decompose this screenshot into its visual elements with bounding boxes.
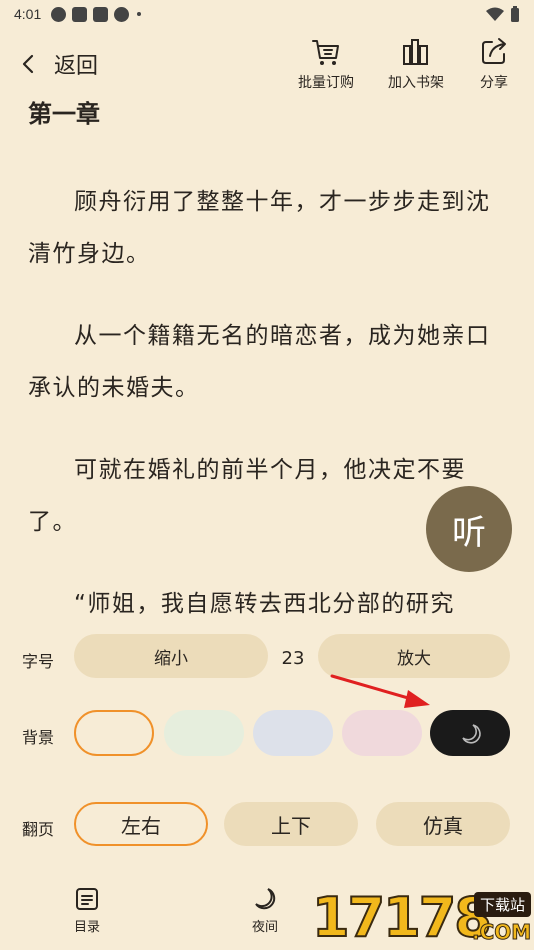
app-notification-icon xyxy=(114,6,130,22)
battery-icon xyxy=(511,6,519,22)
catalog-icon xyxy=(76,888,98,910)
background-option-beige[interactable] xyxy=(74,710,154,756)
app-notification-icon xyxy=(51,6,67,22)
cart-icon xyxy=(312,40,339,65)
page-turn-option-horizontal[interactable]: 左右 xyxy=(74,802,208,846)
add-to-shelf-button[interactable]: 加入书架 xyxy=(388,36,444,92)
wifi-icon xyxy=(486,7,504,21)
watermark-badge: 下载站 xyxy=(474,892,532,917)
annotation-arrow xyxy=(330,674,430,708)
paragraph: 从一个籍籍无名的暗恋者，成为她亲口承认的未婚夫。 xyxy=(28,323,491,401)
chapter-title: 第一章 xyxy=(28,100,100,128)
back-label: 返回 xyxy=(54,54,99,79)
decrease-font-button[interactable]: 缩小 xyxy=(74,634,268,678)
more-notifications-icon xyxy=(137,12,142,16)
page-turn-option-vertical[interactable]: 上下 xyxy=(224,802,358,846)
moon-icon xyxy=(462,724,481,744)
night-mode-label: 夜间 xyxy=(252,920,279,935)
site-watermark: 17178 下载站 .COM xyxy=(311,880,534,950)
reader-toolbar: 返回 批量订购 加入书架 分享 xyxy=(0,30,534,96)
listen-button[interactable]: 听 xyxy=(426,486,512,572)
app-notification-icon xyxy=(93,6,109,22)
bulk-order-label: 批量订购 xyxy=(298,75,354,91)
catalog-label: 目录 xyxy=(74,920,101,935)
add-to-shelf-label: 加入书架 xyxy=(388,75,444,91)
watermark-digits: 17178 xyxy=(311,886,493,949)
background-option-pink[interactable] xyxy=(342,710,422,756)
status-time: 4:01 xyxy=(14,6,42,22)
font-size-label: 字号 xyxy=(22,652,55,671)
share-icon xyxy=(482,38,506,64)
watermark-domain: .COM xyxy=(471,920,532,945)
background-option-green[interactable] xyxy=(164,710,244,756)
bulk-order-button[interactable]: 批量订购 xyxy=(298,36,354,92)
bookshelf-icon xyxy=(403,39,428,65)
catalog-button[interactable]: 目录 xyxy=(74,886,100,935)
background-option-blue[interactable] xyxy=(253,710,333,756)
night-mode-button[interactable]: 夜间 xyxy=(252,886,278,935)
background-option-night[interactable] xyxy=(430,710,510,756)
moon-icon xyxy=(255,888,276,910)
share-label: 分享 xyxy=(480,75,508,91)
share-button[interactable]: 分享 xyxy=(478,36,510,92)
page-turn-option-simulation[interactable]: 仿真 xyxy=(376,802,510,846)
back-button[interactable]: 返回 xyxy=(18,48,98,80)
font-size-value: 23 xyxy=(281,648,305,669)
page-turn-label: 翻页 xyxy=(22,820,55,839)
chevron-left-icon xyxy=(22,54,34,74)
paragraph: 顾舟衍用了整整十年，才一步步走到沈清竹身边。 xyxy=(28,189,491,267)
app-notification-icon xyxy=(72,6,88,22)
status-bar: 4:01 xyxy=(0,0,534,28)
background-label: 背景 xyxy=(22,728,55,747)
